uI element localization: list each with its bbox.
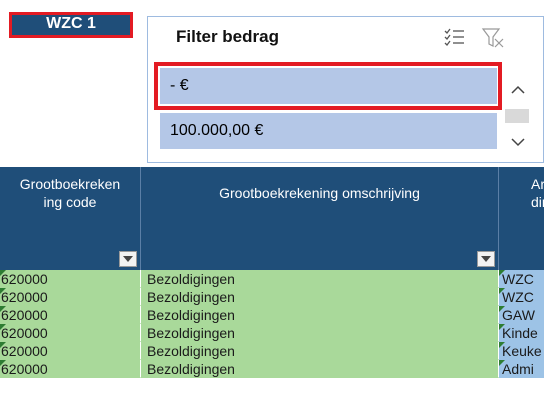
error-indicator-icon <box>0 306 6 312</box>
cell-code-text: 620000 <box>1 361 48 377</box>
cell-desc[interactable]: Bezoldigingen <box>141 270 498 288</box>
cell-code-text: 620000 <box>1 343 48 359</box>
header-extra-line2: dir <box>531 194 544 210</box>
slicer-item-label: 100.000,00 € <box>170 122 264 139</box>
error-indicator-icon <box>499 306 505 312</box>
cell-extra[interactable]: WZC <box>499 270 544 288</box>
wzc-badge[interactable]: WZC 1 <box>9 12 133 38</box>
chevron-up-icon[interactable] <box>503 75 533 105</box>
cell-code-text: 620000 <box>1 307 48 323</box>
filter-dropdown-desc[interactable] <box>477 251 495 267</box>
scroll-thumb[interactable] <box>505 109 529 123</box>
multi-select-icon[interactable] <box>444 27 466 52</box>
table-row[interactable]: 620000 Bezoldigingen WZC <box>0 270 544 288</box>
cell-code-text: 620000 <box>1 325 48 341</box>
cell-desc[interactable]: Bezoldigingen <box>141 360 498 378</box>
error-indicator-icon <box>0 270 6 276</box>
cell-extra-text: Admi <box>502 361 534 377</box>
cell-code[interactable]: 620000 <box>0 342 140 360</box>
cell-desc[interactable]: Bezoldigingen <box>141 288 498 306</box>
header-code-line1: Grootboekreken <box>19 176 121 192</box>
cell-code-text: 620000 <box>1 271 48 287</box>
chevron-down-icon[interactable] <box>503 127 533 157</box>
cell-extra-text: Keuke <box>502 343 542 359</box>
error-indicator-icon <box>499 288 505 294</box>
table-header: Grootboekreken ing code Grootboekrekenin… <box>0 167 544 270</box>
cell-extra[interactable]: Kinde <box>499 324 544 342</box>
error-indicator-icon <box>499 324 505 330</box>
cell-extra[interactable]: GAW <box>499 306 544 324</box>
cell-extra-text: GAW <box>502 307 535 323</box>
table-row[interactable]: 620000 Bezoldigingen Admi <box>0 360 544 378</box>
cell-extra[interactable]: Keuke <box>499 342 544 360</box>
cell-code[interactable]: 620000 <box>0 324 140 342</box>
error-indicator-icon <box>0 342 6 348</box>
cell-code[interactable]: 620000 <box>0 288 140 306</box>
header-desc: Grootboekrekening omschrijving <box>219 185 420 201</box>
table-row[interactable]: 620000 Bezoldigingen GAW <box>0 306 544 324</box>
slicer-title: Filter bedrag <box>176 27 279 46</box>
cell-extra[interactable]: Admi <box>499 360 544 378</box>
selection-highlight <box>154 62 502 110</box>
filter-dropdown-code[interactable] <box>119 251 137 267</box>
cell-code[interactable]: 620000 <box>0 270 140 288</box>
error-indicator-icon <box>499 270 505 276</box>
table-row[interactable]: 620000 Bezoldigingen Keuke <box>0 342 544 360</box>
cell-code[interactable]: 620000 <box>0 306 140 324</box>
table-row[interactable]: 620000 Bezoldigingen WZC <box>0 288 544 306</box>
wzc-badge-label: WZC 1 <box>46 15 96 32</box>
clear-filter-icon[interactable] <box>481 27 505 54</box>
cell-code-text: 620000 <box>1 289 48 305</box>
error-indicator-icon <box>499 342 505 348</box>
table-row[interactable]: 620000 Bezoldigingen Kinde <box>0 324 544 342</box>
cell-extra[interactable]: WZC <box>499 288 544 306</box>
filter-bedrag-slicer: Filter bedrag - € 100.000,00 € <box>147 16 544 163</box>
cell-desc[interactable]: Bezoldigingen <box>141 324 498 342</box>
slicer-scrollbar[interactable] <box>503 65 533 161</box>
cell-extra-text: WZC <box>502 289 534 305</box>
error-indicator-icon <box>0 360 6 366</box>
cell-extra-text: WZC <box>502 271 534 287</box>
error-indicator-icon <box>499 360 505 366</box>
cell-extra-text: Kinde <box>502 325 538 341</box>
slicer-item-100000[interactable]: 100.000,00 € <box>160 113 497 149</box>
header-extra: Ar dir <box>499 167 544 270</box>
cell-desc[interactable]: Bezoldigingen <box>141 342 498 360</box>
error-indicator-icon <box>0 324 6 330</box>
spreadsheet-table: Grootboekreken ing code Grootboekrekenin… <box>0 167 544 412</box>
cell-code[interactable]: 620000 <box>0 360 140 378</box>
cell-desc[interactable]: Bezoldigingen <box>141 306 498 324</box>
error-indicator-icon <box>0 288 6 294</box>
header-code-line2: ing code <box>43 194 97 210</box>
header-extra-line1: Ar <box>531 176 544 192</box>
